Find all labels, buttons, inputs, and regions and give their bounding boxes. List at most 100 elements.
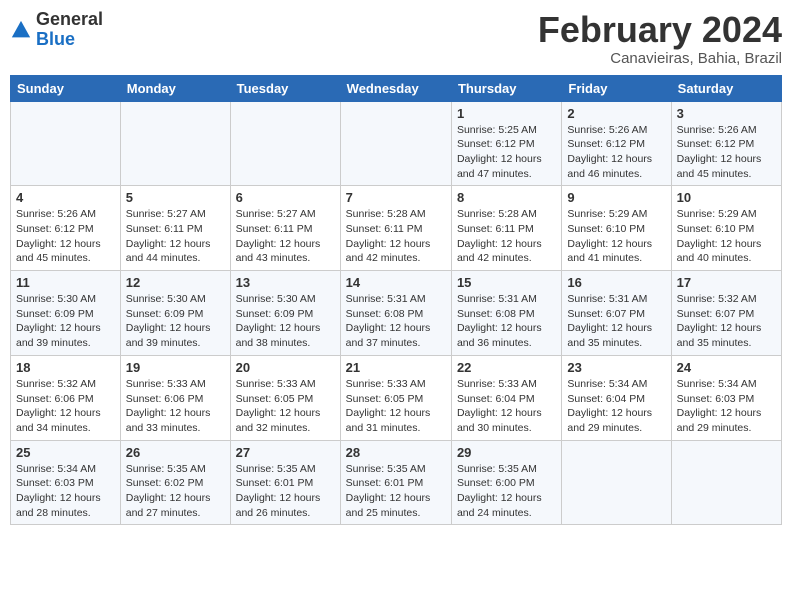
calendar-cell: 7Sunrise: 5:28 AMSunset: 6:11 PMDaylight…: [340, 186, 451, 271]
page-header: General Blue February 2024 Canavieiras, …: [10, 10, 782, 67]
day-number: 24: [677, 360, 776, 375]
day-info: Sunrise: 5:35 AMSunset: 6:02 PMDaylight:…: [126, 462, 225, 521]
day-number: 22: [457, 360, 556, 375]
day-info: Sunrise: 5:33 AMSunset: 6:05 PMDaylight:…: [346, 377, 446, 436]
calendar-cell: 12 Sunrise: 5:30 AMSunset: 6:09 PMDayligh…: [120, 271, 230, 356]
day-info: Sunrise: 5:35 AMSunset: 6:01 PMDaylight:…: [346, 462, 446, 521]
calendar-cell: 17 Sunrise: 5:32 AMSunset: 6:07 PMDayligh…: [671, 271, 781, 356]
day-info: Sunrise: 5:31 AMSunset: 6:07 PMDaylight:…: [567, 292, 665, 351]
logo: General Blue: [10, 10, 103, 50]
weekday-header-tuesday: Tuesday: [230, 75, 340, 101]
day-info: Sunrise: 5:34 AMSunset: 6:03 PMDaylight:…: [677, 377, 776, 436]
calendar-week-row: 18Sunrise: 5:32 AMSunset: 6:06 PMDayligh…: [11, 355, 782, 440]
month-year-title: February 2024: [538, 10, 782, 50]
calendar-cell: 13 Sunrise: 5:30 AMSunset: 6:09 PMDayligh…: [230, 271, 340, 356]
calendar-cell: [120, 101, 230, 186]
logo-icon: [10, 19, 32, 41]
weekday-header-row: SundayMondayTuesdayWednesdayThursdayFrid…: [11, 75, 782, 101]
day-number: 1: [457, 106, 556, 121]
calendar-cell: 11 Sunrise: 5:30 AMSunset: 6:09 PMDayligh…: [11, 271, 121, 356]
day-info: Sunrise: 5:33 AMSunset: 6:06 PMDaylight:…: [126, 377, 225, 436]
weekday-header-saturday: Saturday: [671, 75, 781, 101]
calendar-cell: 3Sunrise: 5:26 AMSunset: 6:12 PMDaylight…: [671, 101, 781, 186]
day-info: Sunrise: 5:29 AMSunset: 6:10 PMDaylight:…: [677, 207, 776, 266]
day-number: 14: [346, 275, 446, 290]
day-info: Sunrise: 5:28 AMSunset: 6:11 PMDaylight:…: [346, 207, 446, 266]
calendar-table: SundayMondayTuesdayWednesdayThursdayFrid…: [10, 75, 782, 526]
day-number: 23: [567, 360, 665, 375]
day-number: 5: [126, 190, 225, 205]
calendar-week-row: 1 Sunrise: 5:25 AMSunset: 6:12 PMDaylight…: [11, 101, 782, 186]
day-number: 18: [16, 360, 115, 375]
day-number: 13: [236, 275, 335, 290]
day-info: Sunrise: 5:30 AMSunset: 6:09 PMDaylight:…: [236, 292, 335, 351]
day-number: 4: [16, 190, 115, 205]
calendar-cell: 23 Sunrise: 5:34 AMSunset: 6:04 PMDayligh…: [562, 355, 671, 440]
calendar-cell: 26 Sunrise: 5:35 AMSunset: 6:02 PMDayligh…: [120, 440, 230, 525]
day-info: Sunrise: 5:33 AMSunset: 6:05 PMDaylight:…: [236, 377, 335, 436]
day-number: 10: [677, 190, 776, 205]
day-number: 28: [346, 445, 446, 460]
calendar-cell: [340, 101, 451, 186]
day-number: 17: [677, 275, 776, 290]
day-number: 16: [567, 275, 665, 290]
calendar-week-row: 4 Sunrise: 5:26 AMSunset: 6:12 PMDaylight…: [11, 186, 782, 271]
calendar-cell: 18Sunrise: 5:32 AMSunset: 6:06 PMDayligh…: [11, 355, 121, 440]
day-info: Sunrise: 5:26 AMSunset: 6:12 PMDaylight:…: [677, 123, 776, 182]
calendar-cell: [230, 101, 340, 186]
calendar-cell: 19 Sunrise: 5:33 AMSunset: 6:06 PMDayligh…: [120, 355, 230, 440]
logo-blue: Blue: [36, 29, 75, 49]
day-number: 26: [126, 445, 225, 460]
calendar-cell: 25 Sunrise: 5:34 AMSunset: 6:03 PMDayligh…: [11, 440, 121, 525]
day-number: 25: [16, 445, 115, 460]
calendar-cell: 29 Sunrise: 5:35 AMSunset: 6:00 PMDayligh…: [451, 440, 561, 525]
day-info: Sunrise: 5:26 AMSunset: 6:12 PMDaylight:…: [16, 207, 115, 266]
day-info: Sunrise: 5:35 AMSunset: 6:01 PMDaylight:…: [236, 462, 335, 521]
day-info: Sunrise: 5:28 AMSunset: 6:11 PMDaylight:…: [457, 207, 556, 266]
calendar-cell: 4 Sunrise: 5:26 AMSunset: 6:12 PMDaylight…: [11, 186, 121, 271]
day-info: Sunrise: 5:31 AMSunset: 6:08 PMDaylight:…: [457, 292, 556, 351]
day-number: 2: [567, 106, 665, 121]
calendar-cell: 16 Sunrise: 5:31 AMSunset: 6:07 PMDayligh…: [562, 271, 671, 356]
calendar-cell: 9 Sunrise: 5:29 AMSunset: 6:10 PMDaylight…: [562, 186, 671, 271]
day-info: Sunrise: 5:32 AMSunset: 6:07 PMDaylight:…: [677, 292, 776, 351]
day-info: Sunrise: 5:34 AMSunset: 6:03 PMDaylight:…: [16, 462, 115, 521]
day-number: 12: [126, 275, 225, 290]
day-number: 6: [236, 190, 335, 205]
weekday-header-friday: Friday: [562, 75, 671, 101]
weekday-header-sunday: Sunday: [11, 75, 121, 101]
day-number: 27: [236, 445, 335, 460]
calendar-cell: 14Sunrise: 5:31 AMSunset: 6:08 PMDayligh…: [340, 271, 451, 356]
day-info: Sunrise: 5:30 AMSunset: 6:09 PMDaylight:…: [126, 292, 225, 351]
calendar-cell: 24 Sunrise: 5:34 AMSunset: 6:03 PMDayligh…: [671, 355, 781, 440]
calendar-cell: 8Sunrise: 5:28 AMSunset: 6:11 PMDaylight…: [451, 186, 561, 271]
calendar-cell: 1 Sunrise: 5:25 AMSunset: 6:12 PMDaylight…: [451, 101, 561, 186]
day-info: Sunrise: 5:25 AMSunset: 6:12 PMDaylight:…: [457, 123, 556, 182]
calendar-cell: 21 Sunrise: 5:33 AMSunset: 6:05 PMDayligh…: [340, 355, 451, 440]
day-info: Sunrise: 5:33 AMSunset: 6:04 PMDaylight:…: [457, 377, 556, 436]
day-number: 29: [457, 445, 556, 460]
day-number: 9: [567, 190, 665, 205]
day-info: Sunrise: 5:30 AMSunset: 6:09 PMDaylight:…: [16, 292, 115, 351]
weekday-header-thursday: Thursday: [451, 75, 561, 101]
weekday-header-monday: Monday: [120, 75, 230, 101]
calendar-cell: 28 Sunrise: 5:35 AMSunset: 6:01 PMDayligh…: [340, 440, 451, 525]
calendar-cell: 27 Sunrise: 5:35 AMSunset: 6:01 PMDayligh…: [230, 440, 340, 525]
calendar-week-row: 11 Sunrise: 5:30 AMSunset: 6:09 PMDayligh…: [11, 271, 782, 356]
day-number: 11: [16, 275, 115, 290]
calendar-cell: 10 Sunrise: 5:29 AMSunset: 6:10 PMDayligh…: [671, 186, 781, 271]
day-info: Sunrise: 5:34 AMSunset: 6:04 PMDaylight:…: [567, 377, 665, 436]
day-number: 19: [126, 360, 225, 375]
calendar-cell: 15Sunrise: 5:31 AMSunset: 6:08 PMDayligh…: [451, 271, 561, 356]
day-number: 20: [236, 360, 335, 375]
day-info: Sunrise: 5:35 AMSunset: 6:00 PMDaylight:…: [457, 462, 556, 521]
location-subtitle: Canavieiras, Bahia, Brazil: [538, 50, 782, 67]
day-info: Sunrise: 5:27 AMSunset: 6:11 PMDaylight:…: [126, 207, 225, 266]
day-number: 21: [346, 360, 446, 375]
calendar-cell: 20 Sunrise: 5:33 AMSunset: 6:05 PMDayligh…: [230, 355, 340, 440]
day-info: Sunrise: 5:29 AMSunset: 6:10 PMDaylight:…: [567, 207, 665, 266]
weekday-header-wednesday: Wednesday: [340, 75, 451, 101]
calendar-cell: 22 Sunrise: 5:33 AMSunset: 6:04 PMDayligh…: [451, 355, 561, 440]
logo-text: General Blue: [36, 10, 103, 50]
logo-general: General: [36, 9, 103, 29]
